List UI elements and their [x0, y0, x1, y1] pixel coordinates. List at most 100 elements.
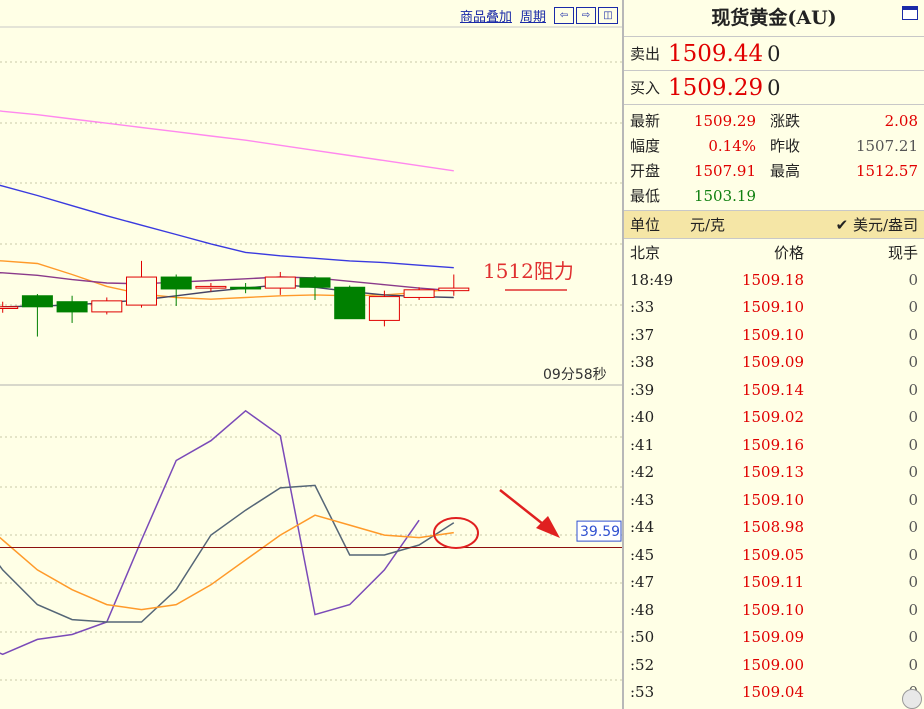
- split-view-icon[interactable]: ◫: [598, 6, 618, 24]
- stats-row: 最低 1503.19: [630, 183, 918, 208]
- tick-time: :45: [630, 545, 655, 564]
- stat-label: 最低: [630, 187, 661, 205]
- tick-volume: 0: [908, 600, 918, 619]
- tick-volume: 0: [908, 435, 918, 454]
- ticks-header: 北京 价格 现手: [624, 239, 924, 266]
- tick-volume: 0: [908, 545, 918, 564]
- tick-row: :40 1509.02 0: [624, 404, 924, 432]
- stat-value: 2.08: [884, 111, 918, 130]
- current-value-label: 39.59: [580, 524, 620, 540]
- tick-row: :48 1509.10 0: [624, 596, 924, 624]
- tick-time: :33: [630, 298, 655, 317]
- buy-label: 买入: [630, 79, 661, 97]
- overlay-link[interactable]: 商品叠加: [460, 6, 512, 25]
- tick-row: :45 1509.05 0: [624, 541, 924, 569]
- tick-row: :42 1509.13 0: [624, 459, 924, 487]
- stat-value: 0.14%: [708, 136, 756, 155]
- period-link[interactable]: 周期: [520, 6, 546, 25]
- quote-panel-title: 现货黄金(AU): [624, 0, 924, 37]
- tick-price: 1508.98: [741, 518, 804, 537]
- tick-price: 1509.18: [741, 270, 804, 289]
- tick-price: 1509.10: [741, 325, 804, 344]
- tick-row: :52 1509.00 0: [624, 651, 924, 679]
- tick-volume: 0: [908, 518, 918, 537]
- ticks-header-time: 北京: [630, 244, 661, 262]
- scroll-up-icon[interactable]: [902, 689, 922, 709]
- tick-row: :38 1509.09 0: [624, 349, 924, 377]
- nav-buttons: ⇦ ⇨ ◫: [554, 6, 618, 24]
- tick-time: :43: [630, 490, 655, 509]
- sell-label: 卖出: [630, 45, 661, 63]
- tick-price: 1509.09: [741, 628, 804, 647]
- unit-bar: 单位 元/克 ✔ 美元/盎司: [624, 211, 924, 239]
- scroll-left-icon[interactable]: ⇦: [554, 6, 574, 24]
- candle-body: [21, 295, 53, 308]
- sell-quote-row: 卖出 1509.44 0: [624, 37, 924, 71]
- tick-volume: 0: [908, 380, 918, 399]
- stat-label: 最新: [630, 112, 661, 130]
- tick-price: 1509.10: [741, 490, 804, 509]
- tick-row: :37 1509.10 0: [624, 321, 924, 349]
- tick-price: 1509.00: [741, 655, 804, 674]
- tick-row: :33 1509.10 0: [624, 294, 924, 322]
- buy-quote-row: 买入 1509.29 0: [624, 71, 924, 105]
- tick-row: :47 1509.11 0: [624, 569, 924, 597]
- tick-volume: 0: [908, 270, 918, 289]
- ticks-header-price: 价格: [773, 244, 804, 262]
- kline-chart-svg: 39.59 1512阻力 09分58秒: [0, 26, 622, 681]
- stat-label: 昨收: [770, 137, 801, 155]
- buy-volume: 0: [767, 75, 781, 100]
- tick-volume: 0: [908, 408, 918, 427]
- candle-body: [160, 276, 192, 290]
- tick-volume: 0: [908, 325, 918, 344]
- candle-body: [230, 286, 262, 290]
- tick-price: 1509.16: [741, 435, 804, 454]
- tick-row: :39 1509.14 0: [624, 376, 924, 404]
- unit-option[interactable]: ✔ 美元/盎司: [800, 214, 918, 235]
- indicator-line: [0, 484, 455, 623]
- stat-label: 涨跌: [770, 112, 801, 130]
- tick-price: 1509.05: [741, 545, 804, 564]
- cross-highlight-circle: [433, 517, 479, 549]
- candle-body: [56, 301, 88, 313]
- tick-row: 18:49 1509.18 0: [624, 266, 924, 294]
- tick-price: 1509.14: [741, 380, 804, 399]
- stat-label: 开盘: [630, 162, 661, 180]
- tick-time: :48: [630, 600, 655, 619]
- candle-body: [0, 306, 19, 309]
- tick-time: :42: [630, 463, 655, 482]
- tick-time: :53: [630, 683, 655, 702]
- stat-value: 1503.19: [693, 186, 756, 205]
- tick-time: :44: [630, 518, 655, 537]
- resistance-annotation: 1512阻力: [483, 259, 574, 283]
- tick-price: 1509.13: [741, 463, 804, 482]
- maximize-icon[interactable]: [902, 6, 918, 20]
- unit-label: 单位: [630, 216, 661, 234]
- indicator-line: [0, 409, 420, 656]
- stat-label: 幅度: [630, 137, 661, 155]
- candle-body: [438, 287, 470, 292]
- tick-time: :40: [630, 408, 655, 427]
- ticks-header-vol: 现手: [887, 244, 918, 262]
- stat-value: 1512.57: [855, 161, 918, 180]
- candle-body: [91, 300, 123, 313]
- candle-body: [195, 285, 227, 289]
- trend-arrow-shaft: [499, 489, 549, 529]
- chart-toolbar: 商品叠加 周期 ⇦ ⇨ ◫: [460, 5, 618, 25]
- tick-volume: 0: [804, 683, 918, 701]
- trend-arrow-head: [536, 516, 560, 538]
- unit-value[interactable]: 元/克: [690, 214, 800, 235]
- quote-panel: 现货黄金(AU) 卖出 1509.44 0 买入 1509.29 0 最新 150…: [622, 0, 924, 709]
- sell-volume: 0: [767, 41, 781, 66]
- stat-value: 1507.91: [693, 161, 756, 180]
- stats-row: 幅度 0.14% 昨收 1507.21: [630, 133, 918, 158]
- tick-price: 1509.10: [741, 600, 804, 619]
- tick-volume: 0: [908, 655, 918, 674]
- instrument-name: 现货黄金(AU): [711, 7, 837, 29]
- candle-body: [403, 289, 435, 298]
- ticks-list[interactable]: 18:49 1509.18 0:33 1509.10 0:37 1509.10 0:38 15…: [624, 266, 924, 706]
- candle-body: [368, 296, 400, 321]
- scroll-right-icon[interactable]: ⇨: [576, 6, 596, 24]
- tick-row: :43 1509.10 0: [624, 486, 924, 514]
- kline-chart-area[interactable]: 39.59 1512阻力 09分58秒 商品叠加 周期 ⇦ ⇨ ◫: [0, 0, 622, 709]
